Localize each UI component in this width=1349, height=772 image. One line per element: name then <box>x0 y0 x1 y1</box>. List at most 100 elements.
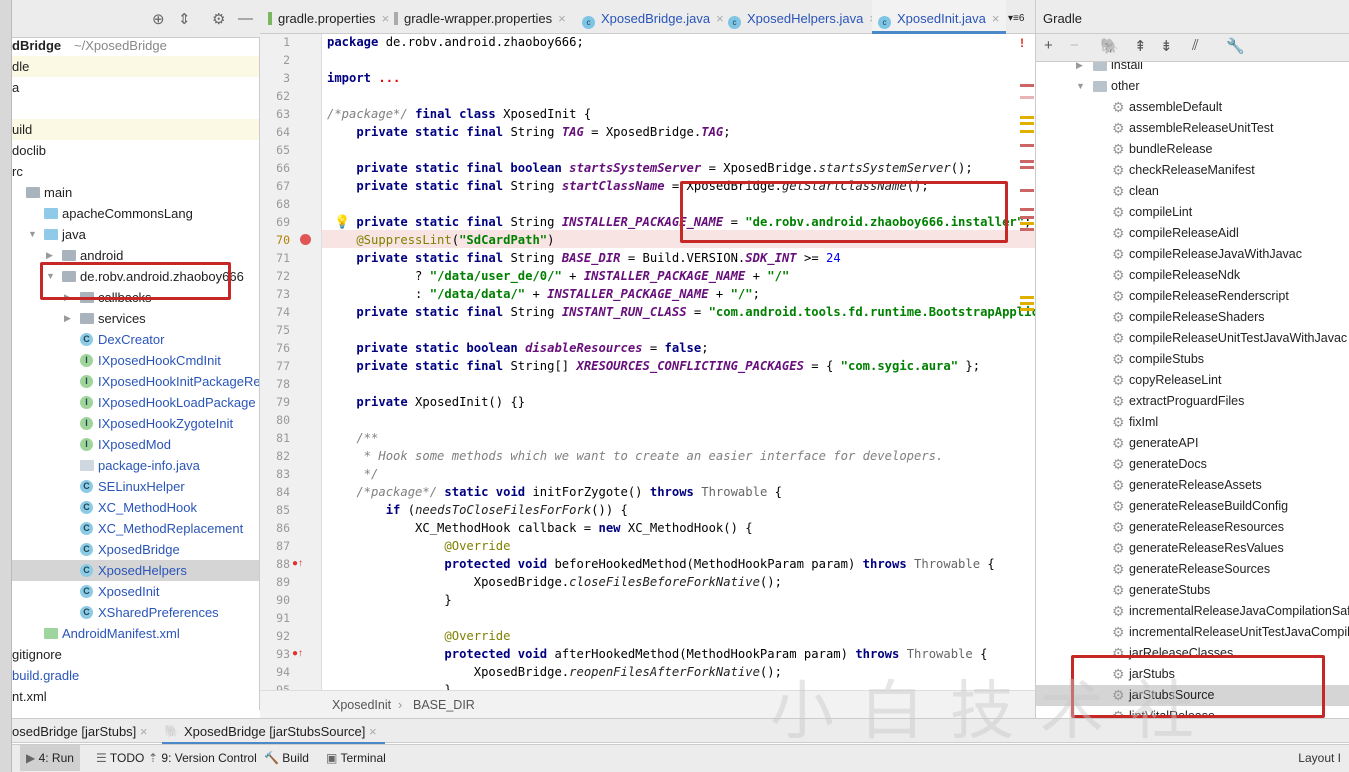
add-icon[interactable]: + <box>1044 37 1053 54</box>
tool-window-terminal[interactable]: ▣ Terminal <box>326 745 386 771</box>
error-stripe-mark[interactable] <box>1020 228 1034 231</box>
gradle-task[interactable]: ⚙ fixIml <box>1036 412 1349 433</box>
code-line[interactable]: private static boolean disableResources … <box>327 339 708 357</box>
tree-item[interactable]: C XposedHelpers <box>12 560 259 581</box>
toggle-offline-icon[interactable]: ⫽ <box>1192 37 1199 54</box>
tree-item[interactable]: I IXposedMod <box>12 434 259 455</box>
tool-window-todo[interactable]: ☰ TODO <box>96 745 144 771</box>
gradle-task[interactable]: ⚙ incrementalReleaseUnitTestJavaCompilati… <box>1036 622 1349 643</box>
gradle-task[interactable]: ⚙ copyReleaseLint <box>1036 370 1349 391</box>
breadcrumb-class[interactable]: XposedInit <box>332 691 391 719</box>
code-line[interactable]: : "/data/data/" + INSTALLER_PACKAGE_NAME… <box>327 285 760 303</box>
tree-item[interactable]: C XposedInit <box>12 581 259 602</box>
breakpoint-icon[interactable] <box>300 234 311 245</box>
code-line[interactable]: /** <box>327 429 378 447</box>
override-marker-icon[interactable]: ●↑ <box>292 558 303 569</box>
error-stripe-mark[interactable] <box>1020 189 1034 192</box>
code-line[interactable]: private static final String INSTANT_RUN_… <box>327 303 1035 321</box>
collapse-arrow-icon[interactable]: ▶ <box>1076 62 1083 76</box>
gradle-task[interactable]: ⚙ generateReleaseResValues <box>1036 538 1349 559</box>
gradle-task[interactable]: ⚙ checkReleaseManifest <box>1036 160 1349 181</box>
error-stripe-mark[interactable] <box>1020 144 1034 147</box>
tree-item[interactable]: build.gradle <box>12 665 259 686</box>
gradle-task[interactable]: ⚙ compileLint <box>1036 202 1349 223</box>
code-line[interactable]: XC_MethodHook callback = new XC_MethodHo… <box>327 519 753 537</box>
gradle-task[interactable]: ⚙ extractProguardFiles <box>1036 391 1349 412</box>
gradle-task[interactable]: ⚙ compileReleaseUnitTestJavaWithJavac <box>1036 328 1349 349</box>
gradle-group[interactable]: ▼ other <box>1036 76 1349 97</box>
code-line[interactable]: XposedBridge.reopenFilesAfterForkNative(… <box>327 663 782 681</box>
gradle-task[interactable]: ⚙ generateStubs <box>1036 580 1349 601</box>
tree-item[interactable]: dle <box>12 56 259 77</box>
run-tab[interactable]: 🐘 XposedBridge [jarStubsSource] × <box>162 719 385 744</box>
tree-item[interactable] <box>12 98 259 119</box>
gradle-task[interactable]: ⚙ compileReleaseNdk <box>1036 265 1349 286</box>
tree-item[interactable]: a <box>12 77 259 98</box>
tree-item[interactable]: doclib <box>12 140 259 161</box>
code-line[interactable]: XposedBridge.closeFilesBeforeForkNative(… <box>327 573 782 591</box>
tool-window-9-version-control[interactable]: ⇡ 9: Version Control <box>148 745 257 771</box>
code-line[interactable]: } <box>327 681 451 690</box>
tree-item[interactable]: main <box>12 182 259 203</box>
code-line[interactable]: @SuppressLint("SdCardPath") <box>327 231 554 249</box>
tab-xposedbridge-java[interactable]: c XposedBridge.java × <box>576 0 730 34</box>
code-line[interactable]: private static final boolean startsSyste… <box>327 159 972 177</box>
code-line[interactable]: } <box>327 591 451 609</box>
gradle-task[interactable]: ⚙ generateReleaseAssets <box>1036 475 1349 496</box>
tree-item[interactable]: C XC_MethodHook <box>12 497 259 518</box>
collapse-arrow-icon[interactable]: ▶ <box>64 308 71 329</box>
run-tab[interactable]: osedBridge [jarStubs] × <box>12 719 156 744</box>
code-line[interactable]: /*package*/ static void initForZygote() … <box>327 483 782 501</box>
gradle-task[interactable]: ⚙ compileStubs <box>1036 349 1349 370</box>
tree-item[interactable]: package-info.java <box>12 455 259 476</box>
gradle-task[interactable]: ⚙ compileReleaseShaders <box>1036 307 1349 328</box>
code-line[interactable]: private XposedInit() {} <box>327 393 525 411</box>
code-line[interactable]: private static final String[] XRESOURCES… <box>327 357 980 375</box>
layout-inspector-button[interactable]: Layout I <box>1298 745 1341 771</box>
tree-item[interactable]: rc <box>12 161 259 182</box>
tree-item[interactable]: C DexCreator <box>12 329 259 350</box>
tree-item[interactable]: I IXposedHookLoadPackage <box>12 392 259 413</box>
close-tab-icon[interactable]: × <box>992 11 1000 26</box>
error-stripe-mark[interactable] <box>1020 84 1034 87</box>
gradle-task[interactable]: ⚙ assembleReleaseUnitTest <box>1036 118 1349 139</box>
elephant-icon[interactable]: 🐘 <box>1100 37 1119 55</box>
error-indicator-icon[interactable]: ! <box>1020 36 1024 50</box>
tree-item[interactable]: C SELinuxHelper <box>12 476 259 497</box>
gradle-task[interactable]: ⚙ incrementalReleaseJavaCompilationSafegu… <box>1036 601 1349 622</box>
error-stripe-mark[interactable] <box>1020 302 1034 305</box>
code-line[interactable]: if (needsToCloseFilesForFork()) { <box>327 501 628 519</box>
tab-xposedhelpers-java[interactable]: cXposedHelpers.java× <box>722 0 883 34</box>
tree-item[interactable]: ▶ services <box>12 308 259 329</box>
code-line[interactable]: @Override <box>327 627 510 645</box>
tree-item[interactable]: C XSharedPreferences <box>12 602 259 623</box>
error-stripe-mark[interactable] <box>1020 166 1034 169</box>
gradle-task[interactable]: ⚙ generateDocs <box>1036 454 1349 475</box>
code-line[interactable]: package de.robv.android.zhaoboy666; <box>327 34 584 51</box>
error-stripe-mark[interactable] <box>1020 308 1034 311</box>
error-stripe-mark[interactable] <box>1020 296 1034 299</box>
error-stripe-mark[interactable] <box>1020 222 1034 225</box>
tabs-overflow-button[interactable]: ▾≡6 <box>1008 0 1024 34</box>
close-tab-icon[interactable]: × <box>558 11 566 26</box>
code-line[interactable]: */ <box>327 465 379 483</box>
collapse-all-icon[interactable]: ⇟ <box>1160 37 1173 55</box>
gradle-task[interactable]: ⚙ clean <box>1036 181 1349 202</box>
wrench-icon[interactable]: 🔧 <box>1226 37 1245 55</box>
gradle-task[interactable]: ⚙ assembleDefault <box>1036 97 1349 118</box>
tab-gradle-properties[interactable]: gradle.properties × <box>262 0 395 34</box>
tree-item[interactable]: gitignore <box>12 644 259 665</box>
breadcrumb-field[interactable]: BASE_DIR <box>413 691 475 719</box>
expand-arrow-icon[interactable]: ▼ <box>1076 76 1085 97</box>
collapse-all-icon[interactable]: ⇕ <box>178 10 191 28</box>
locate-icon[interactable]: ⊕ <box>152 10 165 28</box>
gradle-task[interactable]: ⚙ compileReleaseRenderscript <box>1036 286 1349 307</box>
gradle-task[interactable]: ⚙ generateReleaseSources <box>1036 559 1349 580</box>
gradle-group[interactable]: ▶ install <box>1036 62 1349 76</box>
gradle-task[interactable]: ⚙ compileReleaseAidl <box>1036 223 1349 244</box>
tree-item[interactable]: I IXposedHookZygoteInit <box>12 413 259 434</box>
tree-item[interactable]: nt.xml <box>12 686 259 707</box>
tree-item[interactable]: ▼ java <box>12 224 259 245</box>
code-editor[interactable]: 1 2 3 62 63 64 65 66 67 68 69 70 71 72 73 74 75 76 77 78 79 8… <box>260 34 1035 690</box>
code-line[interactable]: @Override <box>327 537 510 555</box>
